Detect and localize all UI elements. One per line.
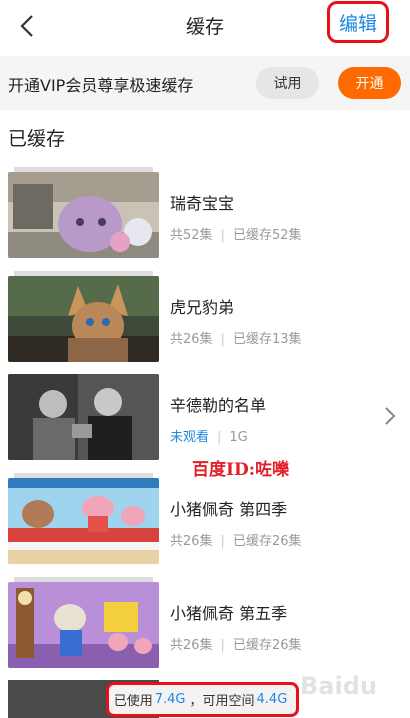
- section-title: 已缓存: [8, 128, 66, 150]
- video-meta: 共26集 | 已缓存26集: [170, 638, 302, 653]
- episode-cached: 已缓存26集: [232, 638, 302, 653]
- storage-free-value: 4.4G: [256, 692, 288, 707]
- video-title: 小猪佩奇 第五季: [170, 604, 288, 623]
- list-item[interactable]: 小猪佩奇 第四季 共26集 | 已缓存26集: [0, 473, 410, 578]
- video-title: 小猪佩奇 第四季: [170, 500, 288, 519]
- video-thumbnail: [8, 276, 159, 362]
- video-meta: 共26集 | 已缓存26集: [170, 534, 302, 549]
- video-meta: 共26集 | 已缓存13集: [170, 332, 302, 347]
- storage-free-label: ，可用空间: [189, 694, 255, 709]
- video-thumbnail: [8, 582, 159, 668]
- try-button[interactable]: 试用: [256, 67, 319, 99]
- video-thumbnail: [8, 478, 159, 564]
- episode-total: 共52集: [170, 228, 213, 243]
- episode-total: 共26集: [170, 638, 213, 653]
- video-meta: 共52集 | 已缓存52集: [170, 228, 302, 243]
- vip-banner: 开通VIP会员尊享极速缓存 试用 开通: [0, 56, 410, 110]
- video-meta: 未观看 | 1G: [170, 430, 248, 445]
- open-vip-button[interactable]: 开通: [338, 67, 401, 99]
- watermark-text: 百度ID:咗嚛: [192, 460, 289, 480]
- video-title: 辛德勒的名单: [170, 396, 267, 415]
- edit-button[interactable]: 编辑: [339, 9, 377, 36]
- list-item[interactable]: 小猪佩奇 第五季 共26集 | 已缓存26集: [0, 577, 410, 682]
- vip-banner-text: 开通VIP会员尊享极速缓存: [8, 76, 194, 95]
- file-size: 1G: [229, 430, 248, 445]
- episode-total: 共26集: [170, 332, 213, 347]
- video-title: 虎兄豹弟: [170, 298, 235, 317]
- list-item[interactable]: 虎兄豹弟 共26集 | 已缓存13集: [0, 271, 410, 376]
- edit-button-highlight[interactable]: 编辑: [327, 1, 389, 43]
- episode-total: 共26集: [170, 534, 213, 549]
- storage-usage-bar: 已使用 7.4G ，可用空间 4.4G: [106, 682, 299, 717]
- chevron-right-icon[interactable]: [382, 404, 398, 428]
- storage-used-value: 7.4G: [154, 692, 186, 707]
- list-item[interactable]: 瑞奇宝宝 共52集 | 已缓存52集: [0, 167, 410, 272]
- video-thumbnail: [8, 374, 159, 460]
- watch-status: 未观看: [170, 430, 210, 445]
- episode-cached: 已缓存26集: [232, 534, 302, 549]
- storage-used-label: 已使用: [113, 694, 153, 709]
- video-title: 瑞奇宝宝: [170, 194, 235, 213]
- episode-cached: 已缓存13集: [232, 332, 302, 347]
- header-bar: 缓存 编辑: [0, 0, 410, 50]
- video-thumbnail: [8, 172, 159, 258]
- site-watermark: Baidu: [300, 672, 377, 700]
- episode-cached: 已缓存52集: [232, 228, 302, 243]
